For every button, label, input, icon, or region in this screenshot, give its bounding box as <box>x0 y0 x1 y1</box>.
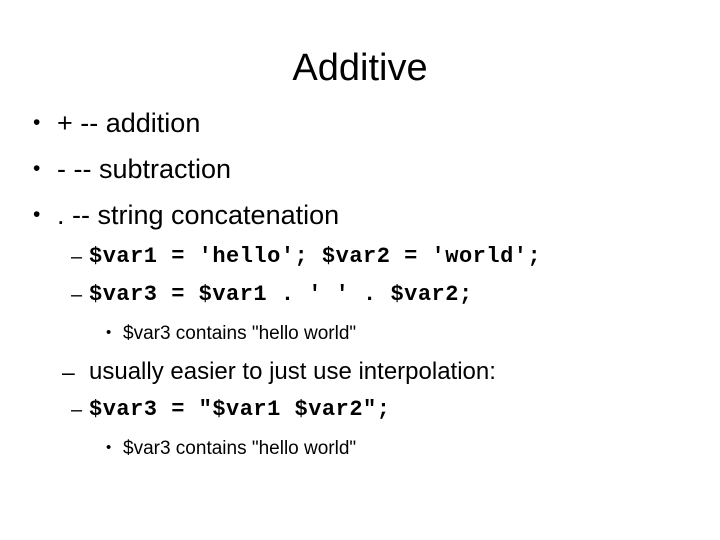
code-bullet-item: – $var1 = 'hello'; $var2 = 'world'; <box>0 238 720 276</box>
sub-bullet-item: • $var3 contains "hello world" <box>0 314 720 353</box>
dash-marker-icon: – <box>71 284 83 306</box>
bullet-item: • . -- string concatenation <box>0 192 720 238</box>
sub-bullet-text: $var3 contains "hello world" <box>123 438 357 459</box>
bullet-marker-icon: • <box>33 202 41 226</box>
bullet-item: • - -- subtraction <box>0 146 720 192</box>
bullet-item: • + -- addition <box>0 100 720 146</box>
slide-body-content: • + -- addition • - -- subtraction • . -… <box>0 100 720 468</box>
bullet-marker-icon: • <box>33 110 41 134</box>
code-text: $var1 = 'hello'; $var2 = 'world'; <box>89 244 542 269</box>
sub-bullet-text: $var3 contains "hello world" <box>123 323 357 344</box>
bullet-text: + -- addition <box>57 108 201 138</box>
dash-marker-icon: – <box>62 358 75 385</box>
code-bullet-item: – $var3 = $var1 . ' ' . $var2; <box>0 276 720 314</box>
code-bullet-item: – $var3 = "$var1 $var2"; <box>0 391 720 429</box>
note-text: usually easier to just use interpolation… <box>89 358 496 385</box>
code-text: $var3 = "$var1 $var2"; <box>89 397 391 422</box>
bullet-marker-icon: • <box>33 156 41 180</box>
dash-marker-icon: – <box>71 246 83 268</box>
bullet-marker-icon: • <box>106 439 112 456</box>
dash-marker-icon: – <box>71 399 83 421</box>
bullet-marker-icon: • <box>106 324 112 341</box>
presentation-slide: Additive • + -- addition • - -- subtract… <box>0 0 720 540</box>
bullet-text: . -- string concatenation <box>57 200 340 230</box>
slide-title: Additive <box>292 47 428 89</box>
sub-bullet-item: • $var3 contains "hello world" <box>0 429 720 468</box>
note-bullet-item: – usually easier to just use interpolati… <box>0 353 720 391</box>
bullet-text: - -- subtraction <box>57 154 232 184</box>
code-text: $var3 = $var1 . ' ' . $var2; <box>89 282 473 307</box>
